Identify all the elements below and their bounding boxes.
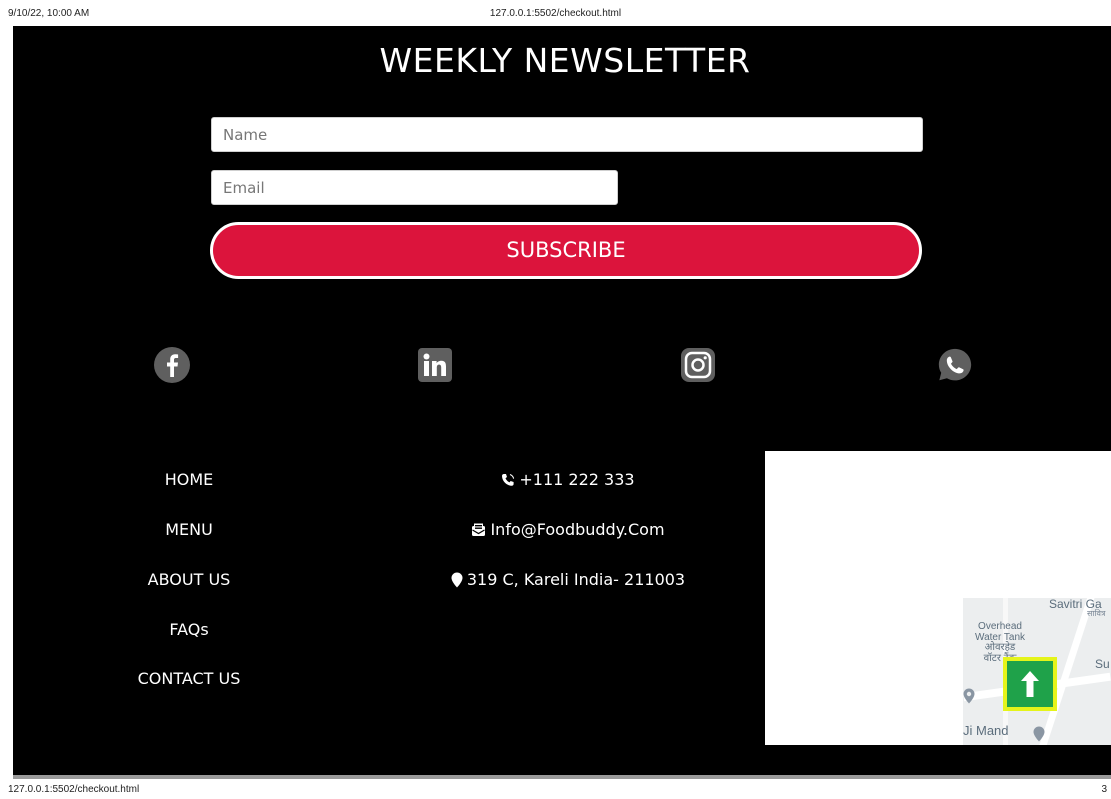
phone-icon (501, 473, 515, 487)
arrow-up-icon (1021, 671, 1039, 697)
map-label: सावित्र (1087, 609, 1106, 618)
name-input[interactable]: Name (211, 117, 923, 152)
subscribe-button[interactable]: SUBSCRIBE (210, 222, 922, 279)
footer-link-faqs[interactable]: FAQs (109, 620, 269, 639)
contact-phone-text: +111 222 333 (519, 470, 635, 489)
footer-link-home[interactable]: HOME (109, 470, 269, 489)
whatsapp-icon[interactable] (936, 346, 974, 384)
map-embed[interactable]: Savitri Ga सावित्र Overhead Water Tank ओ… (765, 451, 1111, 745)
contact-address: 319 C, Kareli India- 211003 (403, 570, 733, 589)
facebook-icon[interactable] (153, 346, 191, 384)
contact-email-text: Info@Foodbuddy.Com (490, 520, 665, 539)
newsletter-title: WEEKLY NEWSLETTER (379, 41, 751, 80)
contact-email: Info@Foodbuddy.Com (403, 520, 733, 539)
contact-phone: +111 222 333 (403, 470, 733, 489)
print-page-url: 127.0.0.1:5502/checkout.html (489, 8, 622, 19)
print-header: 9/10/22, 10:00 AM 127.0.0.1:5502/checkou… (0, 0, 1111, 26)
print-footer-url: 127.0.0.1:5502/checkout.html (8, 784, 140, 795)
contact-address-text: 319 C, Kareli India- 211003 (466, 570, 686, 589)
print-footer: 127.0.0.1:5502/checkout.html 3 (0, 779, 1111, 799)
footer-link-menu[interactable]: MENU (109, 520, 269, 539)
print-page-number: 3 (1101, 784, 1107, 795)
email-input[interactable]: Email (211, 170, 618, 205)
footer-link-about-us[interactable]: ABOUT US (109, 570, 269, 589)
linkedin-icon[interactable] (416, 346, 454, 384)
map-label: Ji Mand (963, 723, 1009, 738)
map-pin-icon (963, 688, 975, 704)
instagram-icon[interactable] (679, 346, 717, 384)
envelope-icon (471, 522, 486, 537)
site-footer: WEEKLY NEWSLETTER Name Email SUBSCRIBE H (13, 26, 1111, 775)
footer-link-contact-us[interactable]: CONTACT US (109, 669, 269, 688)
scroll-to-top-button[interactable] (1003, 657, 1057, 711)
map-label: Su (1095, 657, 1110, 671)
map-pin-icon (1033, 726, 1045, 742)
location-pin-icon (451, 572, 463, 588)
